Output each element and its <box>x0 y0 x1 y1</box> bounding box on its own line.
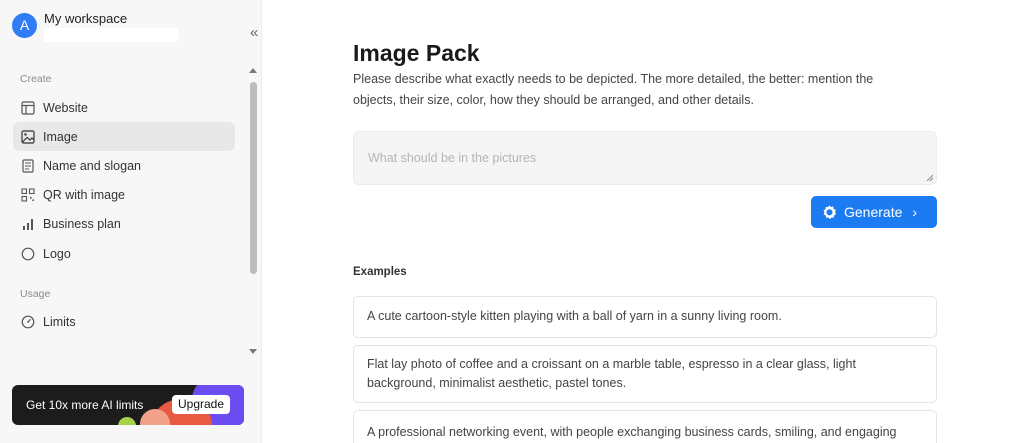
resize-handle-icon[interactable] <box>926 174 933 181</box>
chevron-right-icon: › <box>912 204 918 220</box>
sidebar-item-label: Website <box>43 100 88 115</box>
example-prompt-text: A professional networking event, with pe… <box>367 425 897 439</box>
upgrade-promo-banner[interactable]: Get 10x more AI limits Upgrade <box>12 385 244 425</box>
example-prompt-text: A cute cartoon-style kitten playing with… <box>367 309 782 324</box>
upgrade-button[interactable]: Upgrade <box>172 395 231 414</box>
promo-text: Get 10x more AI limits <box>26 398 144 412</box>
sidebar-item-limits[interactable]: Limits <box>13 307 235 336</box>
circle-icon <box>20 246 36 262</box>
qr-icon <box>20 187 36 203</box>
sidebar-item-name-and-slogan[interactable]: Name and slogan <box>13 151 235 180</box>
workspace-name[interactable]: My workspace <box>44 11 127 26</box>
gauge-icon <box>20 314 36 330</box>
sidebar-item-image[interactable]: Image <box>13 122 235 151</box>
sidebar-item-logo[interactable]: Logo <box>13 239 235 268</box>
promo-decoration <box>118 417 136 425</box>
sidebar-item-business-plan[interactable]: Business plan <box>13 209 235 238</box>
scroll-up-arrow-icon[interactable] <box>249 68 257 73</box>
sidebar-item-label: Name and slogan <box>43 158 141 173</box>
example-prompt-card[interactable]: A professional networking event, with pe… <box>353 410 937 443</box>
scroll-down-arrow-icon[interactable] <box>249 349 257 354</box>
examples-heading: Examples <box>353 266 407 278</box>
sidebar-item-label: Business plan <box>43 216 121 231</box>
document-icon <box>20 158 36 174</box>
generate-button[interactable]: Generate › <box>811 196 937 228</box>
prompt-textarea[interactable]: What should be in the pictures <box>353 131 937 185</box>
sidebar-item-label: Image <box>43 129 78 144</box>
sidebar-item-website[interactable]: Website <box>13 93 235 122</box>
workspace-switcher[interactable]: A My workspace « <box>12 10 258 46</box>
gear-icon <box>821 204 838 221</box>
example-prompt-card[interactable]: Flat lay photo of coffee and a croissant… <box>353 345 937 403</box>
sidebar-item-label: QR with image <box>43 187 125 202</box>
avatar[interactable]: A <box>12 13 37 38</box>
example-prompt-card[interactable]: A cute cartoon-style kitten playing with… <box>353 296 937 338</box>
prompt-placeholder: What should be in the pictures <box>368 151 537 165</box>
page-title: Image Pack <box>353 40 480 66</box>
sidebar-item-label: Logo <box>43 246 71 261</box>
section-label-usage: Usage <box>20 288 51 300</box>
sidebar-item-label: Limits <box>43 314 76 329</box>
page-description: Please describe what exactly needs to be… <box>353 72 874 107</box>
example-prompt-text: Flat lay photo of coffee and a croissant… <box>367 356 856 391</box>
collapse-sidebar-icon[interactable]: « <box>250 25 258 41</box>
layout-icon <box>20 100 36 116</box>
workspace-subtitle-redacted <box>44 28 178 42</box>
sidebar-item-qr-with-image[interactable]: QR with image <box>13 180 235 209</box>
sidebar: A My workspace « Create Website Image Na… <box>0 0 262 443</box>
sidebar-scrollbar-thumb[interactable] <box>250 82 257 274</box>
bar-chart-icon <box>20 216 36 232</box>
generate-button-label: Generate <box>844 204 903 220</box>
image-icon <box>20 129 36 145</box>
section-label-create: Create <box>20 73 52 85</box>
